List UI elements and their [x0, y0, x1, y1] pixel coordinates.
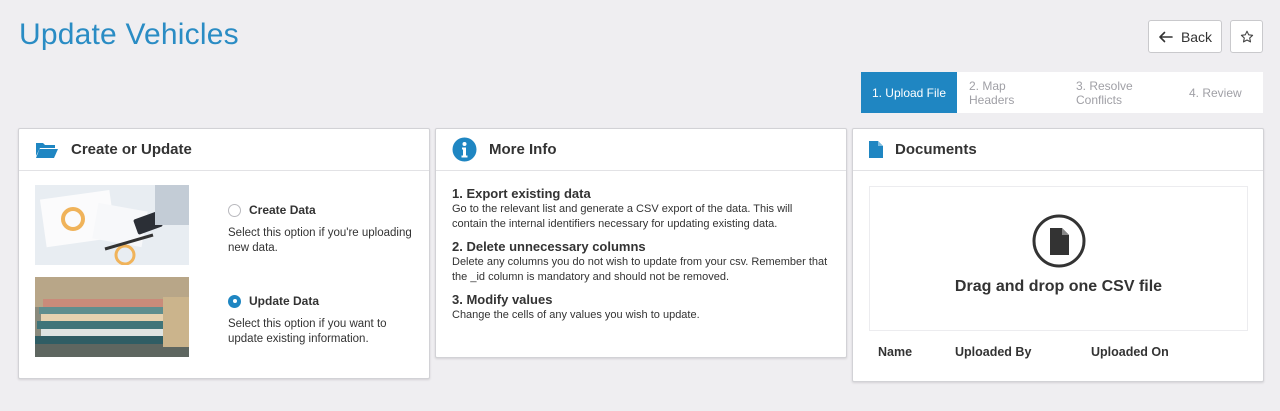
file-icon: [869, 141, 883, 158]
step-review[interactable]: 4. Review: [1177, 72, 1263, 113]
dropzone-text: Drag and drop one CSV file: [954, 278, 1163, 295]
update-data-option[interactable]: Update Data Select this option if you wa…: [228, 294, 413, 347]
create-or-update-title: Create or Update: [71, 141, 192, 158]
info-item-export: 1. Export existing data Go to the releva…: [452, 186, 830, 231]
column-uploaded-by[interactable]: Uploaded By: [955, 345, 1031, 359]
update-data-radio[interactable]: [228, 294, 241, 308]
create-data-description: Select this option if you're uploading n…: [228, 227, 412, 254]
info-heading: 3. Modify values: [452, 292, 553, 307]
page-title: Update Vehicles: [19, 18, 239, 51]
csv-dropzone[interactable]: Drag and drop one CSV file: [869, 186, 1248, 331]
back-button-label: Back: [1180, 28, 1213, 45]
info-text: Go to the relevant list and generate a C…: [452, 203, 793, 230]
step-upload-file[interactable]: 1. Upload File: [861, 72, 957, 113]
info-circle-icon: [452, 137, 477, 162]
column-uploaded-on[interactable]: Uploaded On: [1091, 345, 1169, 359]
create-data-option[interactable]: Create Data Select this option if you're…: [228, 203, 413, 256]
upload-stepper: 1. Upload File 2. Map Headers 3. Resolve…: [861, 72, 1263, 113]
step-map-headers[interactable]: 2. Map Headers: [957, 72, 1064, 113]
more-info-card: More Info 1. Export existing data Go to …: [435, 128, 847, 358]
file-circle-icon: [1032, 214, 1085, 268]
update-data-label: Update Data: [249, 294, 320, 308]
info-heading: 1. Export existing data: [452, 186, 591, 201]
update-data-description: Select this option if you want to update…: [228, 318, 387, 345]
info-text: Change the cells of any values you wish …: [452, 309, 700, 321]
info-item-delete: 2. Delete unnecessary columns Delete any…: [452, 239, 830, 284]
column-name[interactable]: Name: [878, 345, 912, 359]
info-heading: 2. Delete unnecessary columns: [452, 239, 646, 254]
more-info-title: More Info: [489, 141, 557, 158]
step-resolve-conflicts[interactable]: 3. Resolve Conflicts: [1064, 72, 1177, 113]
favorite-button[interactable]: [1230, 20, 1263, 53]
update-data-image: [35, 277, 189, 357]
documents-title: Documents: [895, 141, 977, 158]
create-or-update-card: Create or Update Create Data Select this…: [18, 128, 430, 379]
arrow-left-icon: [1159, 31, 1173, 42]
documents-card: Documents Drag and drop one CSV file Nam…: [852, 128, 1264, 382]
create-data-image: [35, 185, 189, 265]
create-data-radio[interactable]: [228, 203, 241, 217]
documents-header: Documents: [853, 129, 1263, 171]
info-text: Delete any columns you do not wish to up…: [452, 256, 828, 283]
info-item-modify: 3. Modify values Change the cells of any…: [452, 292, 830, 323]
back-button[interactable]: Back: [1148, 20, 1222, 53]
create-data-label: Create Data: [249, 203, 316, 217]
more-info-header: More Info: [436, 129, 846, 171]
folder-open-icon: [36, 142, 58, 158]
create-or-update-header: Create or Update: [19, 129, 429, 171]
star-icon: [1240, 30, 1253, 42]
